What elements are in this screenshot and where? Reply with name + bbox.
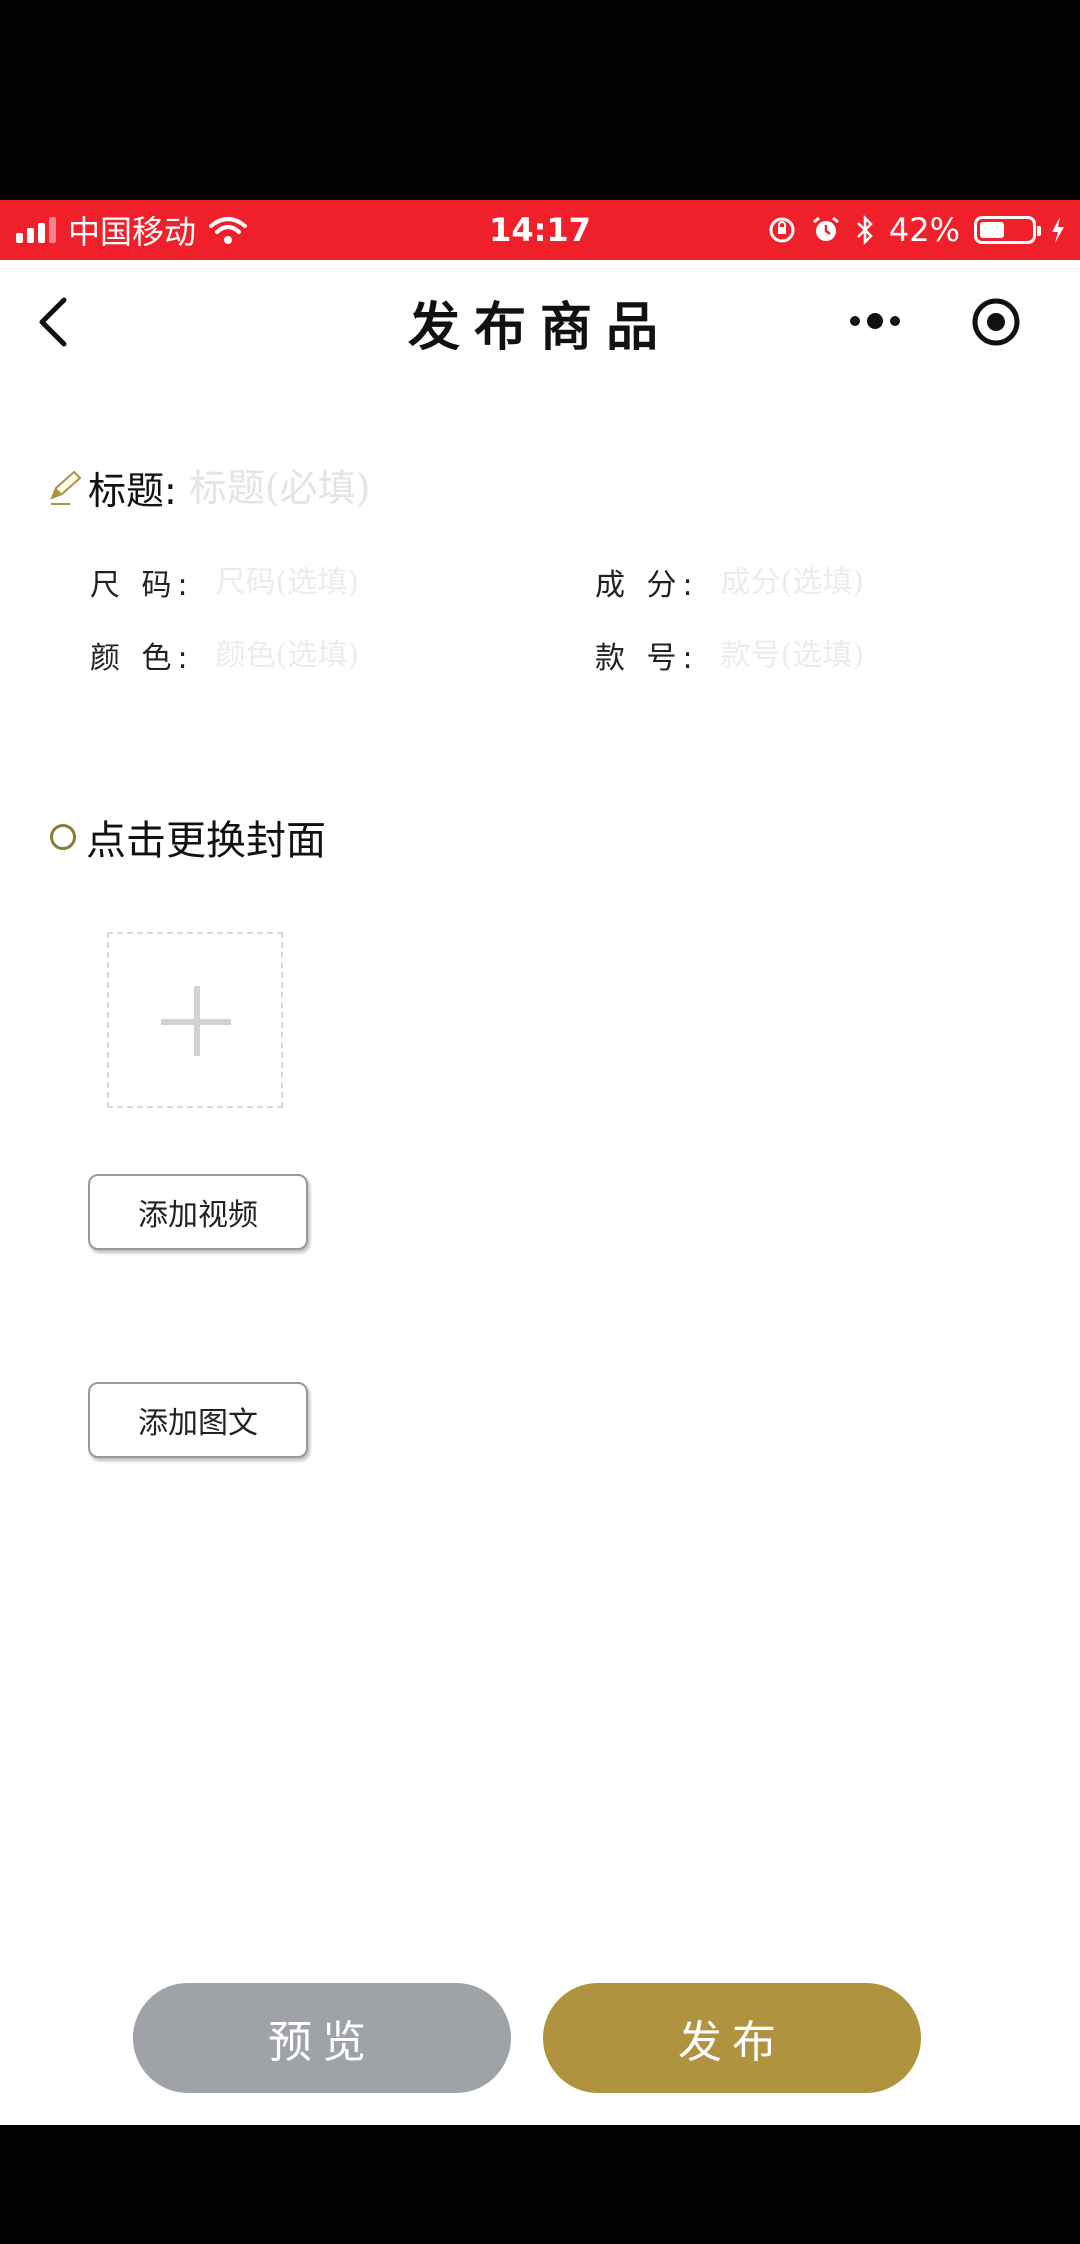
style-no-field: 款 号: [595,633,923,677]
charging-icon [1052,217,1064,243]
size-field: 尺 码: [90,560,418,604]
title-input[interactable] [186,464,791,511]
pencil-icon [50,470,82,505]
top-black-area [0,0,1080,200]
color-input[interactable] [213,636,418,674]
cover-upload-box[interactable] [107,932,283,1108]
composition-input[interactable] [718,563,923,601]
add-rich-text-button[interactable]: 添加图文 [88,1382,308,1458]
page-title: 发布商品 [407,297,672,358]
status-left: 中国移动 [0,207,248,253]
target-icon[interactable] [970,296,1022,348]
signal-icon [16,217,56,243]
change-cover-label: 点击更换封面 [86,818,326,864]
bottom-black-area [0,2125,1080,2244]
battery-icon [974,216,1041,244]
alarm-icon [812,216,839,241]
style-no-input[interactable] [718,636,923,674]
plus-icon-vertical [194,986,200,1056]
title-label: 标题: [88,469,177,513]
more-dots-icon[interactable] [845,296,905,346]
preview-button[interactable]: 预览 [133,1983,511,2093]
composition-field: 成 分: [595,560,923,604]
color-label: 颜 色: [90,641,194,676]
status-right: 42% [767,211,1080,249]
battery-percent: 42% [888,211,960,249]
composition-label: 成 分: [595,568,699,603]
color-field: 颜 色: [90,633,418,677]
title-row: 标题: [48,460,791,515]
size-label: 尺 码: [90,568,194,603]
status-bar: 中国移动 14:17 42% [0,200,1080,260]
orientation-lock-icon [769,217,795,243]
carrier-name: 中国移动 [68,213,197,251]
add-video-button[interactable]: 添加视频 [88,1174,308,1250]
size-input[interactable] [213,563,418,601]
style-no-label: 款 号: [595,641,699,676]
change-cover-option[interactable]: 点击更换封面 [50,808,326,866]
chevron-left-icon[interactable] [30,294,82,350]
publish-button[interactable]: 发布 [543,1983,921,2093]
bluetooth-icon [856,215,873,245]
wifi-icon [209,217,248,244]
radio-circle-icon [50,824,76,850]
nav-bar: 发布商品 [0,260,1080,384]
app-screen: 发布商品 标题: 尺 码: 成 分: 颜 色: 款 号: [0,260,1080,2125]
